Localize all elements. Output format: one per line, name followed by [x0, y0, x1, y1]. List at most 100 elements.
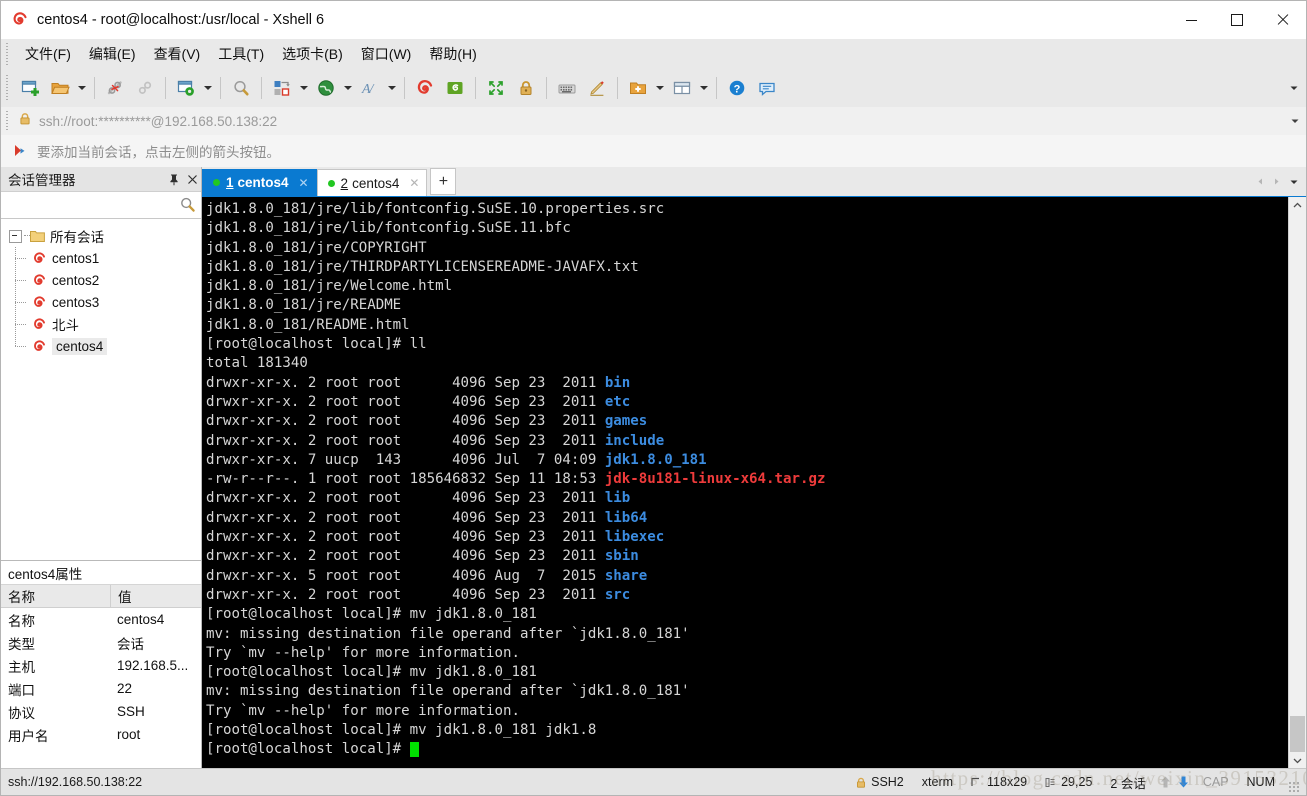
- address-url[interactable]: ssh://root:**********@192.168.50.138:22: [39, 114, 277, 129]
- font-icon[interactable]: A /: [355, 73, 385, 103]
- new-folder-icon[interactable]: [623, 73, 653, 103]
- toolbar-drag-grip[interactable]: [4, 75, 12, 101]
- open-folder-icon[interactable]: [45, 73, 75, 103]
- help-icon[interactable]: ?: [722, 73, 752, 103]
- lock-icon[interactable]: [511, 73, 541, 103]
- status-cursor-cell[interactable]: 29,25: [1036, 769, 1101, 795]
- terminal-scrollbar[interactable]: [1288, 197, 1306, 769]
- session-item-centos2[interactable]: centos2: [1, 269, 201, 291]
- terminal-output[interactable]: jdk1.8.0_181/jre/lib/fontconfig.SuSE.10.…: [202, 197, 1288, 769]
- maximize-button[interactable]: [1214, 1, 1260, 39]
- tree-root-all-sessions[interactable]: 所有会话: [1, 225, 201, 247]
- layout-icon[interactable]: [667, 73, 697, 103]
- scrollbar-thumb[interactable]: [1290, 716, 1305, 752]
- table-row[interactable]: 协议 SSH: [1, 700, 201, 723]
- property-value: 会话: [117, 636, 144, 652]
- disconnect-icon[interactable]: [100, 73, 130, 103]
- tab-scroll-right-icon[interactable]: [1268, 172, 1284, 192]
- keyboard-icon[interactable]: [552, 73, 582, 103]
- terminal-text: jdk1.8.0_181/jre/lib/fontconfig.SuSE.11.…: [206, 220, 571, 237]
- close-button[interactable]: [1260, 1, 1306, 39]
- fullscreen-icon[interactable]: [481, 73, 511, 103]
- toolbar-separator: [165, 77, 166, 99]
- tab-scroll-left-icon[interactable]: [1252, 172, 1268, 192]
- status-session-count[interactable]: 2 会话: [1101, 769, 1154, 795]
- reconnect-icon[interactable]: [130, 73, 160, 103]
- menu-help[interactable]: 帮助(H): [420, 40, 485, 68]
- terminal-text: drwxr-xr-x. 2 root root 4096 Sep 23 2011: [206, 548, 605, 565]
- window-title: centos4 - root@localhost:/usr/local - Xs…: [37, 12, 325, 28]
- new-tab-button[interactable]: +: [430, 168, 457, 195]
- address-bar[interactable]: ssh://root:**********@192.168.50.138:22: [1, 107, 1306, 136]
- transfer-icon[interactable]: [267, 73, 297, 103]
- new-folder-dropdown-icon[interactable]: [653, 73, 667, 103]
- minimize-button[interactable]: [1168, 1, 1214, 39]
- tab-list-dropdown-icon[interactable]: [1284, 172, 1304, 192]
- session-item-beidou[interactable]: 北斗: [1, 313, 201, 335]
- xshell-icon[interactable]: [410, 73, 440, 103]
- toolbar-overflow-icon[interactable]: [1286, 73, 1302, 103]
- globe-dropdown-icon[interactable]: [341, 73, 355, 103]
- properties-header-row: 名称 值: [1, 585, 201, 608]
- menu-edit[interactable]: 编辑(E): [80, 40, 145, 68]
- property-key: 主机: [8, 659, 35, 675]
- resize-grip[interactable]: [1288, 781, 1300, 793]
- terminal-filename: jdk-8u181-linux-x64.tar.gz: [604, 471, 826, 488]
- feedback-icon[interactable]: [752, 73, 782, 103]
- session-search-input[interactable]: [1, 194, 207, 216]
- bookmark-arrow-icon[interactable]: [11, 142, 29, 160]
- find-icon[interactable]: [226, 73, 256, 103]
- tree-connector: [9, 247, 31, 269]
- tree-root-label: 所有会话: [50, 230, 104, 245]
- session-properties-icon[interactable]: [171, 73, 201, 103]
- table-row[interactable]: 主机 192.168.5...: [1, 654, 201, 677]
- property-key: 名称: [8, 613, 35, 629]
- globe-icon[interactable]: [311, 73, 341, 103]
- transfer-dropdown-icon[interactable]: [297, 73, 311, 103]
- layout-dropdown-icon[interactable]: [697, 73, 711, 103]
- session-item-centos1[interactable]: centos1: [1, 247, 201, 269]
- session-properties-dropdown-icon[interactable]: [201, 73, 215, 103]
- open-folder-dropdown-icon[interactable]: [75, 73, 89, 103]
- status-terminal-type[interactable]: xterm: [913, 769, 962, 795]
- tab-centos4-2[interactable]: 2 centos4 ✕: [316, 169, 428, 196]
- tab-close-icon[interactable]: ✕: [298, 176, 310, 190]
- scroll-down-icon[interactable]: [1289, 752, 1306, 769]
- pin-icon[interactable]: [165, 169, 183, 189]
- status-size-cell[interactable]: 118x29: [962, 769, 1036, 795]
- session-item-centos4[interactable]: centos4: [1, 335, 201, 357]
- status-protocol-cell[interactable]: SSH2: [846, 769, 913, 795]
- terminal-text: jdk1.8.0_181/jre/README: [206, 297, 402, 314]
- tab-close-icon[interactable]: ✕: [408, 176, 420, 190]
- tab-centos4-1[interactable]: 1 centos4 ✕: [202, 169, 317, 196]
- menu-file[interactable]: 文件(F): [16, 40, 80, 68]
- status-connection-url: ssh://192.168.50.138:22: [8, 775, 143, 789]
- font-dropdown-icon[interactable]: [385, 73, 399, 103]
- table-row[interactable]: 名称 centos4: [1, 608, 201, 631]
- menu-drag-grip[interactable]: [4, 43, 12, 65]
- toolbar-separator: [94, 77, 95, 99]
- scrollbar-track[interactable]: [1289, 214, 1306, 752]
- collapse-icon[interactable]: [9, 229, 22, 243]
- main-area: 会话管理器 所有会话 centos1 centos2 centos3 北斗 ce…: [1, 167, 1306, 769]
- search-icon[interactable]: [179, 196, 196, 218]
- address-drag-grip[interactable]: [4, 111, 12, 131]
- menu-window[interactable]: 窗口(W): [352, 40, 421, 68]
- menu-tabs[interactable]: 选项卡(B): [273, 40, 352, 68]
- highlight-icon[interactable]: [582, 73, 612, 103]
- scroll-up-icon[interactable]: [1289, 197, 1306, 214]
- tree-connector: [9, 291, 31, 313]
- address-dropdown-icon[interactable]: [1284, 107, 1306, 135]
- status-protocol: SSH2: [871, 775, 904, 789]
- session-item-centos3[interactable]: centos3: [1, 291, 201, 313]
- table-row[interactable]: 用户名 root: [1, 723, 201, 746]
- session-search-row[interactable]: [1, 192, 207, 219]
- close-icon[interactable]: [183, 169, 201, 189]
- session-tree[interactable]: 所有会话 centos1 centos2 centos3 北斗 centos4: [1, 219, 201, 561]
- table-row[interactable]: 端口 22: [1, 677, 201, 700]
- xftp-icon[interactable]: [440, 73, 470, 103]
- table-row[interactable]: 类型 会话: [1, 631, 201, 654]
- menu-tools[interactable]: 工具(T): [209, 40, 273, 68]
- new-session-icon[interactable]: [15, 73, 45, 103]
- menu-view[interactable]: 查看(V): [145, 40, 210, 68]
